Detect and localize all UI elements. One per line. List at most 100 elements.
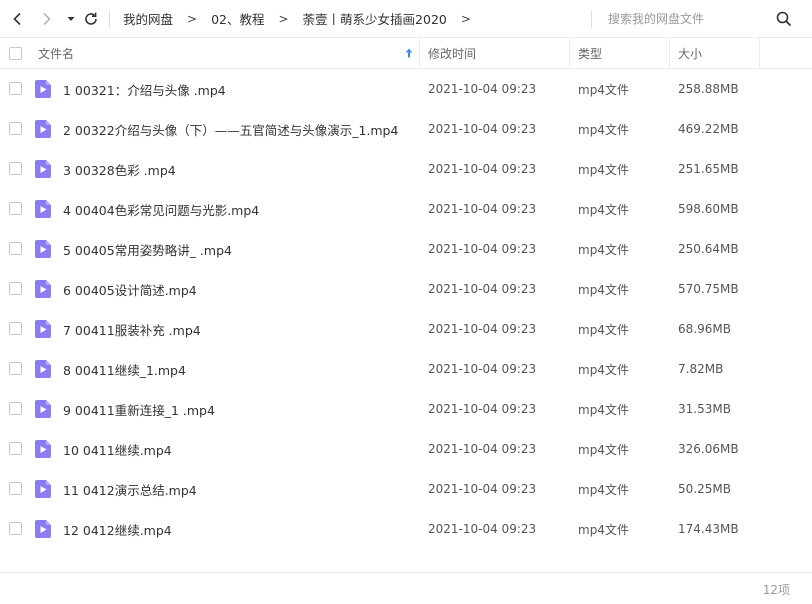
- search-input[interactable]: [600, 8, 770, 30]
- file-name[interactable]: 4 00404色彩常见问题与光影.mp4: [63, 189, 259, 229]
- file-name[interactable]: 1 00321：介绍与头像 .mp4: [63, 69, 226, 109]
- file-modified-time: 2021-10-04 09:23: [428, 322, 537, 336]
- table-row[interactable]: 9 00411重新连接_1 .mp4 2021-10-04 09:23 mp4文…: [0, 389, 812, 429]
- search-button[interactable]: [775, 10, 793, 28]
- table-row[interactable]: 8 00411继续_1.mp4 2021-10-04 09:23 mp4文件 7…: [0, 349, 812, 389]
- column-header-size[interactable]: 大小: [678, 38, 758, 68]
- column-header-name-label: 文件名: [38, 46, 75, 61]
- chevron-left-icon: [13, 12, 21, 26]
- chevron-right-icon: [43, 12, 51, 26]
- file-name[interactable]: 5 00405常用姿势略讲_ .mp4: [63, 229, 232, 269]
- file-modified-time: 2021-10-04 09:23: [428, 482, 537, 496]
- file-size: 174.43MB: [678, 522, 739, 536]
- breadcrumb-item-root[interactable]: 我的网盘: [118, 9, 178, 28]
- file-size: 68.96MB: [678, 322, 731, 336]
- file-modified-time: 2021-10-04 09:23: [428, 202, 537, 216]
- column-header-type[interactable]: 类型: [578, 38, 668, 68]
- row-checkbox[interactable]: [9, 442, 22, 455]
- column-divider[interactable]: [669, 38, 670, 68]
- row-checkbox[interactable]: [9, 482, 22, 495]
- table-row[interactable]: 5 00405常用姿势略讲_ .mp4 2021-10-04 09:23 mp4…: [0, 229, 812, 269]
- file-modified-time: 2021-10-04 09:23: [428, 82, 537, 96]
- table-row[interactable]: 2 00322介绍与头像（下）——五官简述与头像演示_1.mp4 2021-10…: [0, 109, 812, 149]
- file-size: 7.82MB: [678, 362, 724, 376]
- column-divider[interactable]: [569, 38, 570, 68]
- file-size: 251.65MB: [678, 162, 739, 176]
- file-name[interactable]: 8 00411继续_1.mp4: [63, 349, 186, 389]
- file-modified-time: 2021-10-04 09:23: [428, 442, 537, 456]
- row-checkbox[interactable]: [9, 242, 22, 255]
- history-dropdown-button[interactable]: [61, 9, 81, 29]
- file-type: mp4文件: [578, 282, 629, 297]
- video-file-icon: [35, 200, 51, 218]
- video-file-icon: [35, 440, 51, 458]
- file-name[interactable]: 10 0411继续.mp4: [63, 429, 172, 469]
- file-name[interactable]: 12 0412继续.mp4: [63, 509, 172, 549]
- forward-button[interactable]: [36, 9, 56, 29]
- search-divider: [591, 10, 592, 28]
- column-header-name[interactable]: 文件名: [38, 38, 418, 68]
- file-type: mp4文件: [578, 202, 629, 217]
- back-button[interactable]: [8, 9, 28, 29]
- sort-up-arrow-icon[interactable]: [403, 47, 415, 59]
- refresh-icon: [85, 12, 97, 25]
- column-header-time[interactable]: 修改时间: [428, 38, 568, 68]
- table-row[interactable]: 11 0412演示总结.mp4 2021-10-04 09:23 mp4文件 5…: [0, 469, 812, 509]
- column-divider[interactable]: [419, 38, 420, 68]
- row-checkbox[interactable]: [9, 162, 22, 175]
- video-file-icon: [35, 120, 51, 138]
- file-size: 31.53MB: [678, 402, 731, 416]
- file-size: 326.06MB: [678, 442, 739, 456]
- row-checkbox[interactable]: [9, 202, 22, 215]
- file-type: mp4文件: [578, 162, 629, 177]
- table-row[interactable]: 3 00328色彩 .mp4 2021-10-04 09:23 mp4文件 25…: [0, 149, 812, 189]
- search-icon: [776, 11, 791, 26]
- row-checkbox[interactable]: [9, 282, 22, 295]
- file-type: mp4文件: [578, 482, 629, 497]
- video-file-icon: [35, 400, 51, 418]
- file-type: mp4文件: [578, 82, 629, 97]
- breadcrumb-item-current-folder[interactable]: 荼壹丨萌系少女插画2020: [298, 9, 452, 28]
- row-checkbox[interactable]: [9, 362, 22, 375]
- file-modified-time: 2021-10-04 09:23: [428, 122, 537, 136]
- video-file-icon: [35, 240, 51, 258]
- file-modified-time: 2021-10-04 09:23: [428, 522, 537, 536]
- row-checkbox[interactable]: [9, 522, 22, 535]
- row-checkbox[interactable]: [9, 322, 22, 335]
- file-name[interactable]: 7 00411服装补充 .mp4: [63, 309, 201, 349]
- row-checkbox[interactable]: [9, 122, 22, 135]
- file-size: 250.64MB: [678, 242, 739, 256]
- file-size: 570.75MB: [678, 282, 739, 296]
- row-checkbox[interactable]: [9, 82, 22, 95]
- file-name[interactable]: 9 00411重新连接_1 .mp4: [63, 389, 215, 429]
- column-divider[interactable]: [759, 38, 760, 68]
- caret-down-icon: [67, 17, 75, 21]
- video-file-icon: [35, 360, 51, 378]
- table-row[interactable]: 1 00321：介绍与头像 .mp4 2021-10-04 09:23 mp4文…: [0, 69, 812, 109]
- file-type: mp4文件: [578, 402, 629, 417]
- file-modified-time: 2021-10-04 09:23: [428, 242, 537, 256]
- file-name[interactable]: 3 00328色彩 .mp4: [63, 149, 176, 189]
- file-name[interactable]: 6 00405设计简述.mp4: [63, 269, 197, 309]
- table-row[interactable]: 12 0412继续.mp4 2021-10-04 09:23 mp4文件 174…: [0, 509, 812, 549]
- video-file-icon: [35, 80, 51, 98]
- file-name[interactable]: 2 00322介绍与头像（下）——五官简述与头像演示_1.mp4: [63, 109, 398, 149]
- file-type: mp4文件: [578, 522, 629, 537]
- table-row[interactable]: 7 00411服装补充 .mp4 2021-10-04 09:23 mp4文件 …: [0, 309, 812, 349]
- breadcrumb-separator: >: [187, 11, 198, 26]
- video-file-icon: [35, 160, 51, 178]
- file-type: mp4文件: [578, 322, 629, 337]
- status-bar: 12项: [0, 572, 812, 604]
- row-checkbox[interactable]: [9, 402, 22, 415]
- video-file-icon: [35, 520, 51, 538]
- table-row[interactable]: 4 00404色彩常见问题与光影.mp4 2021-10-04 09:23 mp…: [0, 189, 812, 229]
- video-file-icon: [35, 480, 51, 498]
- table-row[interactable]: 10 0411继续.mp4 2021-10-04 09:23 mp4文件 326…: [0, 429, 812, 469]
- file-modified-time: 2021-10-04 09:23: [428, 162, 537, 176]
- table-row[interactable]: 6 00405设计简述.mp4 2021-10-04 09:23 mp4文件 5…: [0, 269, 812, 309]
- refresh-button[interactable]: [81, 9, 101, 29]
- file-modified-time: 2021-10-04 09:23: [428, 402, 537, 416]
- select-all-checkbox[interactable]: [9, 47, 22, 60]
- breadcrumb-item-tutorials[interactable]: 02、教程: [206, 9, 269, 28]
- file-name[interactable]: 11 0412演示总结.mp4: [63, 469, 197, 509]
